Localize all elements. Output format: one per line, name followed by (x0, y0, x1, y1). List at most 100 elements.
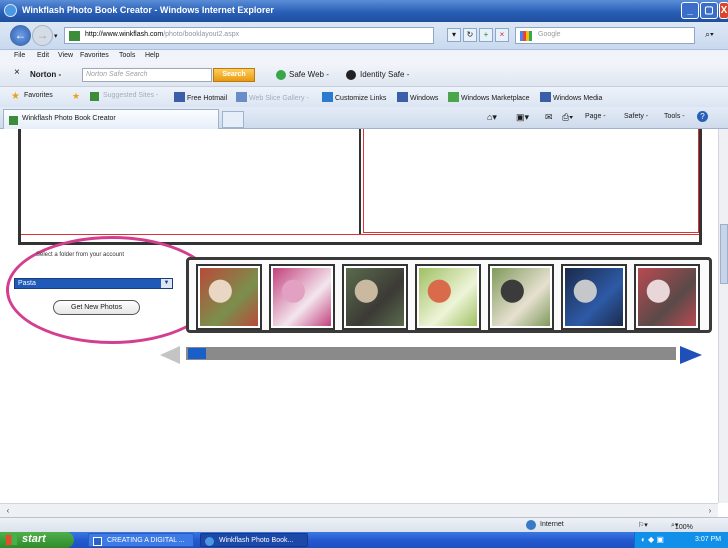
ms-icon (540, 92, 551, 102)
system-tray: ◐ ◆ ▣ 3:07 PM (634, 532, 728, 548)
back-button[interactable]: ← (10, 25, 31, 46)
menu-tools[interactable]: Tools (119, 52, 135, 59)
windows-flag-icon (6, 535, 17, 545)
help-icon[interactable]: ? (697, 111, 708, 122)
search-input[interactable]: Google (515, 27, 695, 44)
maximize-button[interactable]: ▢ (700, 2, 718, 19)
status-bar: Internet ⚐▾ ⌕ 100% ▾ (0, 517, 728, 532)
feeds-icon[interactable]: ▣▾ (516, 112, 529, 123)
window-title: Winkflash Photo Book Creator - Windows I… (22, 5, 274, 15)
horizontal-scrollbar[interactable]: ‹ › (0, 503, 718, 517)
zoom-level[interactable]: ⌕ 100% ▾ (671, 521, 693, 531)
tools-menu[interactable]: Tools - (664, 113, 685, 120)
thumbnail-scroll-handle[interactable] (188, 348, 206, 359)
security-zone: Internet (540, 521, 564, 528)
home-icon[interactable]: ⌂▾ (487, 112, 497, 123)
norton-toolbar: × Norton - Norton Safe Search Search Saf… (0, 63, 728, 87)
ie-page-icon (236, 92, 247, 102)
windows-media-link[interactable]: Windows Media (540, 92, 602, 102)
close-button[interactable]: X (719, 2, 728, 19)
get-new-photos-button[interactable]: Get New Photos (53, 300, 140, 315)
scroll-right-icon[interactable]: › (704, 505, 716, 516)
taskbar-item-ie[interactable]: Winkflash Photo Book... (200, 533, 308, 547)
recent-pages-dropdown[interactable]: ▾ (54, 32, 58, 40)
thumbnail-image (419, 268, 477, 326)
suggested-sites-link[interactable]: Suggested Sites - (103, 92, 158, 99)
scroll-left-icon[interactable]: ‹ (2, 505, 14, 516)
favorites-button[interactable]: Favorites (24, 92, 53, 99)
thumbnail[interactable] (561, 264, 627, 330)
search-icon[interactable]: ⌕▾ (705, 29, 714, 40)
vertical-scrollbar[interactable] (718, 129, 728, 503)
url-field[interactable]: http://www.winkflash.com/photo/booklayou… (64, 27, 434, 44)
thumbnail-image (638, 268, 696, 326)
windows-link[interactable]: Windows (397, 92, 438, 102)
safe-web-icon (276, 70, 286, 80)
site-icon (9, 116, 18, 125)
norton-menu[interactable]: Norton - (30, 70, 61, 79)
menu-edit[interactable]: Edit (37, 52, 49, 59)
word-icon (93, 537, 102, 546)
taskbar-item-word[interactable]: CREATING A DIGITAL ... (88, 533, 194, 547)
norton-search-input[interactable]: Norton Safe Search (82, 68, 212, 82)
thumbnail-image (273, 268, 331, 326)
thumbnail[interactable] (415, 264, 481, 330)
thumbnail[interactable] (488, 264, 554, 330)
ie-logo-icon (4, 4, 17, 17)
norton-search-button[interactable]: Search (213, 68, 255, 82)
tab-label: Winkflash Photo Book Creator (22, 115, 116, 122)
web-slice-gallery-link[interactable]: Web Slice Gallery - (236, 92, 309, 102)
bleed-guide-line (21, 234, 699, 235)
scroll-right-arrow-icon[interactable] (680, 346, 702, 364)
page-viewport: Select a folder from your account Pasta … (0, 129, 718, 503)
thumbnail[interactable] (196, 264, 262, 330)
photo-thumbnail-strip (186, 257, 712, 333)
book-right-page[interactable] (363, 129, 699, 233)
ie-page-icon (322, 92, 333, 102)
free-hotmail-link[interactable]: Free Hotmail (174, 92, 227, 102)
tab-photo-book-creator[interactable]: Winkflash Photo Book Creator (3, 109, 219, 129)
menu-help[interactable]: Help (145, 52, 159, 59)
compatibility-icon[interactable]: ▾ (447, 28, 461, 42)
refresh-icon[interactable]: ↻ (463, 28, 477, 42)
go-icon[interactable]: + (479, 28, 493, 42)
mail-icon[interactable]: ✉ (545, 112, 553, 123)
site-icon (69, 31, 80, 41)
page-menu[interactable]: Page - (585, 113, 606, 120)
identity-safe-menu[interactable]: Identity Safe - (360, 70, 409, 79)
menu-bar: File Edit View Favorites Tools Help (0, 50, 728, 63)
scroll-left-arrow-icon[interactable] (160, 346, 180, 364)
norton-close-button[interactable]: × (14, 67, 20, 78)
chevron-down-icon[interactable]: ▼ (161, 279, 172, 288)
vertical-scroll-thumb[interactable] (720, 224, 728, 284)
book-page-spread[interactable] (18, 129, 702, 245)
thumbnail[interactable] (342, 264, 408, 330)
thumbnail[interactable] (269, 264, 335, 330)
print-icon[interactable]: ⎙▾ (562, 112, 573, 123)
minimize-button[interactable]: _ (681, 2, 699, 19)
windows-marketplace-link[interactable]: Windows Marketplace (448, 92, 529, 102)
thumbnail[interactable] (634, 264, 700, 330)
suggested-sites-icon (90, 92, 99, 101)
stop-icon[interactable]: × (495, 28, 509, 42)
add-favorite-icon[interactable]: ★ (72, 92, 80, 101)
tray-icons[interactable]: ◐ ◆ ▣ (641, 535, 664, 544)
new-tab-button[interactable] (222, 111, 244, 128)
folder-selected-value: Pasta (18, 280, 36, 287)
ms-icon (397, 92, 408, 102)
menu-favorites[interactable]: Favorites (80, 52, 109, 59)
customize-links-link[interactable]: Customize Links (322, 92, 386, 102)
thumbnail-scroll-track[interactable] (186, 347, 676, 360)
ie-icon (205, 537, 214, 546)
forward-button[interactable]: → (32, 25, 53, 46)
taskbar-item-label: Winkflash Photo Book... (219, 537, 294, 544)
safety-menu[interactable]: Safety - (624, 113, 648, 120)
book-left-page[interactable] (21, 129, 361, 235)
safe-web-menu[interactable]: Safe Web - (289, 70, 329, 79)
menu-file[interactable]: File (14, 52, 25, 59)
menu-view[interactable]: View (58, 52, 73, 59)
protected-mode-icon[interactable]: ⚐▾ (638, 521, 648, 529)
start-button[interactable]: start (0, 532, 74, 548)
favorites-bar: ★ Favorites ★ Suggested Sites - Free Hot… (0, 87, 728, 107)
folder-select[interactable]: Pasta ▼ (14, 278, 173, 289)
